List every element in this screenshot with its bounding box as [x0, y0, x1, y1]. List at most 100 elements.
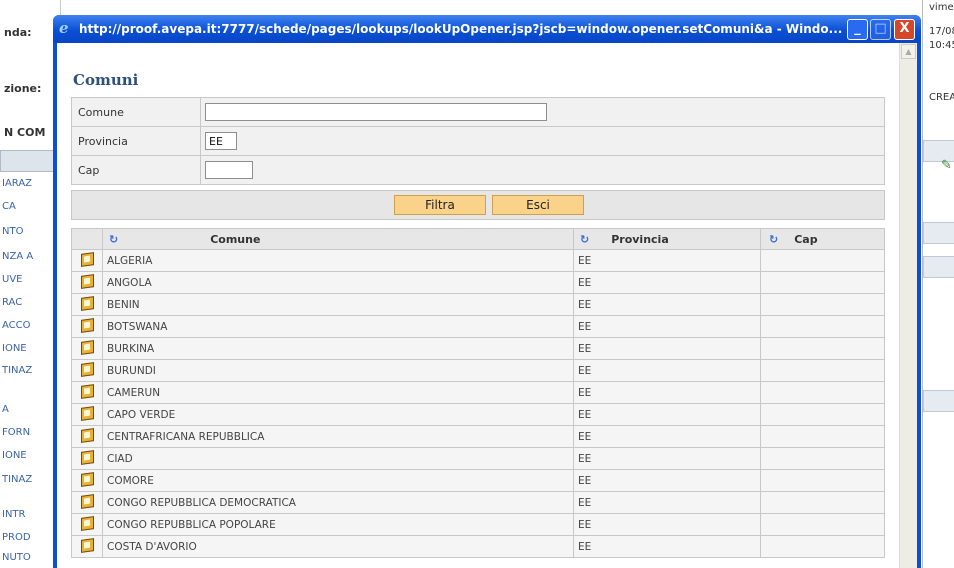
select-book-icon[interactable] [80, 449, 94, 465]
select-book-icon[interactable] [80, 273, 94, 289]
parent-bar [923, 390, 954, 412]
results-table: ↻ Comune ↻ Provincia ↻ Cap ALGERIA EE AN… [71, 228, 885, 558]
parent-nav-bar [0, 150, 60, 172]
scroll-up-arrow-icon[interactable]: ▲ [901, 44, 916, 59]
parent-nav-link[interactable]: ACCO [2, 320, 58, 331]
parent-nav-link[interactable]: IONE [2, 343, 58, 354]
comune-input[interactable] [205, 103, 547, 121]
cell-provincia: EE [573, 535, 761, 558]
parent-nav-link[interactable]: UVE [2, 274, 58, 285]
select-book-icon[interactable] [80, 317, 94, 333]
parent-text: 10:45 [929, 40, 954, 51]
parent-nav-link[interactable]: NUTO [2, 552, 58, 563]
select-book-icon[interactable] [80, 383, 94, 399]
close-button[interactable]: X [894, 19, 915, 40]
parent-text: 17/08 [929, 26, 954, 37]
table-row[interactable]: BURUNDI EE [71, 359, 885, 382]
vertical-scrollbar[interactable]: ▲ [899, 43, 917, 568]
provincia-label: Provincia [71, 126, 201, 156]
table-row[interactable]: ANGOLA EE [71, 271, 885, 294]
table-row[interactable]: CIAD EE [71, 447, 885, 470]
table-row[interactable]: BOTSWANA EE [71, 315, 885, 338]
cell-comune: BOTSWANA [102, 315, 574, 338]
minimize-button[interactable]: _ [847, 19, 868, 40]
window-titlebar[interactable]: e http://proof.avepa.it:7777/schede/page… [53, 15, 921, 43]
refresh-sort-icon[interactable]: ↻ [580, 233, 589, 246]
cell-cap [760, 337, 885, 360]
cell-comune: ALGERIA [102, 249, 574, 272]
esci-button[interactable]: Esci [492, 195, 584, 215]
parent-nav-link[interactable]: FORN [2, 427, 58, 438]
cell-cap [760, 535, 885, 558]
parent-nav-link[interactable]: TINAZ [2, 474, 58, 485]
table-row[interactable]: BENIN EE [71, 293, 885, 316]
maximize-button[interactable]: □ [870, 19, 891, 40]
table-row[interactable]: CONGO REPUBBLICA DEMOCRATICA EE [71, 491, 885, 514]
select-book-icon[interactable] [80, 537, 94, 553]
cell-cap [760, 403, 885, 426]
cell-provincia: EE [573, 491, 761, 514]
select-book-icon[interactable] [80, 427, 94, 443]
parent-nav-link[interactable]: TINAZ [2, 365, 58, 376]
table-row[interactable]: CAPO VERDE EE [71, 403, 885, 426]
cell-provincia: EE [573, 271, 761, 294]
refresh-sort-icon[interactable]: ↻ [109, 233, 118, 246]
select-book-icon[interactable] [80, 493, 94, 509]
parent-bar [923, 256, 954, 278]
header-comune[interactable]: Comune [210, 233, 260, 246]
cell-provincia: EE [573, 337, 761, 360]
select-book-icon[interactable] [80, 515, 94, 531]
filter-form: Comune Provincia Cap [71, 97, 885, 185]
parent-nav-link[interactable]: IONE [2, 450, 58, 461]
cell-provincia: EE [573, 425, 761, 448]
parent-bar [923, 222, 954, 244]
cell-cap [760, 491, 885, 514]
cell-cap [760, 381, 885, 404]
cell-comune: CIAD [102, 447, 574, 470]
table-row[interactable]: COMORE EE [71, 469, 885, 492]
select-book-icon[interactable] [80, 339, 94, 355]
parent-nav-link[interactable]: IARAZ [2, 178, 58, 189]
results-header-row: ↻ Comune ↻ Provincia ↻ Cap [71, 228, 885, 250]
provincia-input[interactable] [205, 132, 237, 150]
button-bar: Filtra Esci [71, 190, 885, 220]
cell-comune: CENTRAFRICANA REPUBBLICA [102, 425, 574, 448]
cell-provincia: EE [573, 469, 761, 492]
cell-cap [760, 513, 885, 536]
parent-nav-link[interactable]: NZA A [2, 251, 58, 262]
table-row[interactable]: CAMERUN EE [71, 381, 885, 404]
cell-comune: BURKINA [102, 337, 574, 360]
parent-nav-link[interactable]: INTR [2, 509, 58, 520]
select-book-icon[interactable] [80, 471, 94, 487]
table-row[interactable]: BURKINA EE [71, 337, 885, 360]
cell-cap [760, 249, 885, 272]
header-cap[interactable]: Cap [794, 233, 817, 246]
parent-right-panel: vimen 17/08 10:45 CREA ✎ [922, 0, 954, 568]
cap-input[interactable] [205, 161, 253, 179]
parent-nav-link[interactable]: CA [2, 201, 58, 212]
internet-explorer-icon: e [59, 19, 69, 37]
refresh-sort-icon[interactable]: ↻ [769, 233, 778, 246]
parent-nav-link[interactable]: NTO [2, 226, 58, 237]
table-row[interactable]: CONGO REPUBBLICA POPOLARE EE [71, 513, 885, 536]
select-book-icon[interactable] [80, 361, 94, 377]
parent-nav-link[interactable]: RAC [2, 297, 58, 308]
parent-nav-link[interactable]: PROD [2, 532, 58, 543]
select-book-icon[interactable] [80, 405, 94, 421]
cell-provincia: EE [573, 513, 761, 536]
header-provincia[interactable]: Provincia [611, 233, 669, 246]
select-book-icon[interactable] [80, 295, 94, 311]
cell-provincia: EE [573, 249, 761, 272]
cell-cap [760, 359, 885, 382]
cell-provincia: EE [573, 447, 761, 470]
select-book-icon[interactable] [80, 251, 94, 267]
table-row[interactable]: COSTA D'AVORIO EE [71, 535, 885, 558]
parent-nav-link[interactable]: A [2, 404, 58, 415]
cell-comune: BENIN [102, 293, 574, 316]
table-row[interactable]: ALGERIA EE [71, 249, 885, 272]
filtra-button[interactable]: Filtra [394, 195, 486, 215]
cell-comune: CAMERUN [102, 381, 574, 404]
pencil-icon[interactable]: ✎ [941, 158, 952, 173]
table-row[interactable]: CENTRAFRICANA REPUBBLICA EE [71, 425, 885, 448]
cell-comune: CAPO VERDE [102, 403, 574, 426]
